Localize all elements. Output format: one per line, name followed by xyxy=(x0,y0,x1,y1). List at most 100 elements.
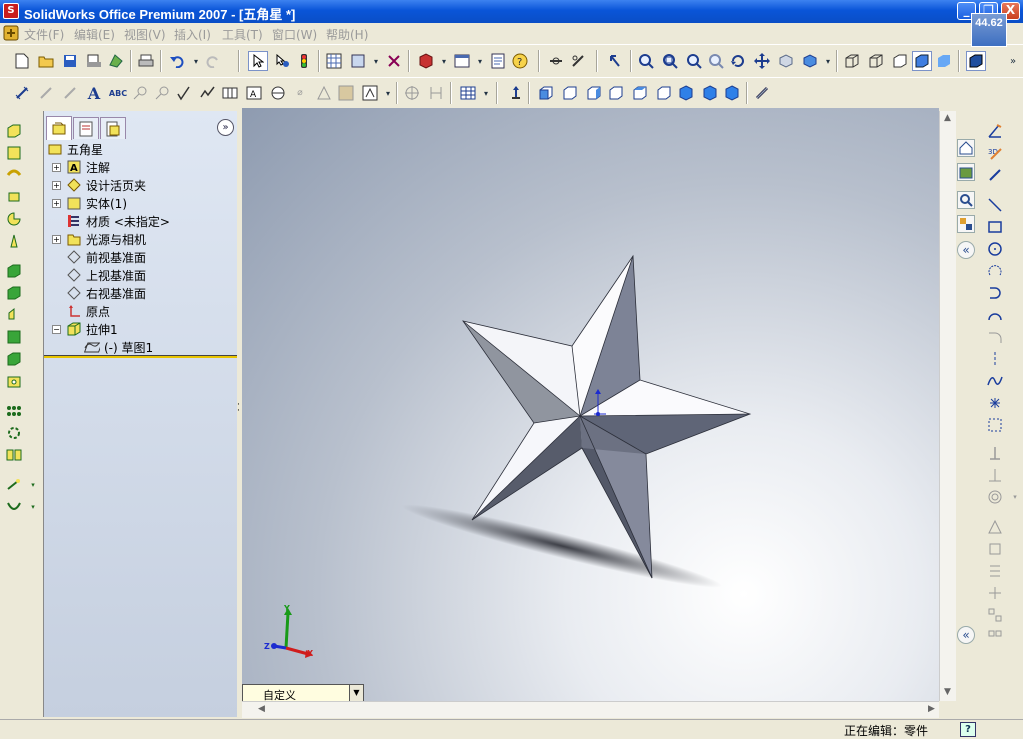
curves-icon[interactable] xyxy=(5,498,23,516)
menu-file[interactable]: 文件(F) xyxy=(24,26,64,43)
circular-pattern-icon[interactable] xyxy=(5,424,23,442)
back-view-icon[interactable] xyxy=(560,83,580,103)
chamfer-icon[interactable] xyxy=(5,284,23,302)
area-hatch-icon[interactable] xyxy=(336,83,356,103)
centerline-icon[interactable] xyxy=(426,83,446,103)
extruded-boss-icon[interactable] xyxy=(5,122,23,140)
left-view-icon[interactable] xyxy=(584,83,604,103)
line-icon[interactable] xyxy=(986,196,1004,214)
zoom-area-icon[interactable] xyxy=(660,51,680,71)
select-icon[interactable] xyxy=(248,51,268,71)
lofted-boss-icon[interactable] xyxy=(5,188,23,206)
new-icon[interactable] xyxy=(12,51,32,71)
swept-boss-icon[interactable] xyxy=(5,166,23,184)
hole-callout-icon[interactable]: ⌀ xyxy=(290,83,310,103)
move-entities-icon[interactable] xyxy=(986,584,1004,602)
add-relation-icon[interactable] xyxy=(986,444,1004,462)
scroll-right-arrow-icon[interactable]: ▶ xyxy=(924,702,939,717)
expand-panel-button[interactable]: » xyxy=(217,119,234,136)
scroll-down-arrow-icon[interactable]: ▼ xyxy=(940,685,955,700)
centerline-icon[interactable] xyxy=(986,350,1004,368)
graphics-area[interactable]: Y X Z xyxy=(242,108,939,701)
table-icon[interactable] xyxy=(458,83,478,103)
solidworks-menu-icon[interactable] xyxy=(3,25,19,41)
smart-dimension-icon[interactable] xyxy=(986,166,1004,184)
3d-sketch-icon[interactable]: 3D xyxy=(986,144,1004,162)
bottom-view-icon[interactable] xyxy=(654,83,674,103)
circle-icon[interactable] xyxy=(986,240,1004,258)
rebuild-icon[interactable] xyxy=(294,51,314,71)
surface-finish-icon[interactable] xyxy=(174,83,194,103)
block-icon[interactable] xyxy=(360,83,380,103)
circular-sketch-pattern-icon[interactable] xyxy=(986,628,1004,646)
datum-target-icon[interactable] xyxy=(268,83,288,103)
file-properties-icon[interactable] xyxy=(488,51,508,71)
star-model[interactable] xyxy=(242,108,939,701)
menu-tools[interactable]: 工具(T) xyxy=(222,26,263,43)
dropdown-arrow-icon[interactable]: ▾ xyxy=(24,498,42,516)
dimension-xpert-icon[interactable] xyxy=(348,51,368,71)
dropdown-arrow-icon[interactable]: ▾ xyxy=(818,51,838,71)
help-icon[interactable]: ? xyxy=(960,722,976,737)
fillet-icon[interactable] xyxy=(5,262,23,280)
tangent-arc-icon[interactable] xyxy=(986,284,1004,302)
dropdown-arrow-icon[interactable]: ▾ xyxy=(24,476,42,494)
construction-geometry-icon[interactable] xyxy=(986,416,1004,434)
dropdown-arrow-icon[interactable]: ▾ xyxy=(470,51,490,71)
tab-configuration-manager[interactable] xyxy=(100,117,126,139)
hole-wizard-icon[interactable] xyxy=(5,372,23,390)
reference-geometry-icon[interactable] xyxy=(5,476,23,494)
rollback-bar[interactable] xyxy=(44,355,238,358)
home-icon[interactable] xyxy=(957,139,975,157)
revolved-cut-icon[interactable] xyxy=(5,232,23,250)
view-palette-icon[interactable] xyxy=(957,215,975,233)
right-view-icon[interactable] xyxy=(606,83,626,103)
trim-entities-icon[interactable] xyxy=(986,540,1004,558)
geometric-tolerance-icon[interactable] xyxy=(220,83,240,103)
extend-entities-icon[interactable] xyxy=(986,562,1004,580)
centerpoint-arc-icon[interactable] xyxy=(986,262,1004,280)
sensor-icon[interactable] xyxy=(568,51,588,71)
make-drawing-icon[interactable] xyxy=(106,51,126,71)
expand-icon[interactable]: + xyxy=(52,235,61,244)
rectangle-icon[interactable] xyxy=(986,218,1004,236)
hidden-lines-visible-icon[interactable] xyxy=(866,51,886,71)
previous-view-icon[interactable] xyxy=(606,51,626,71)
help-icon[interactable]: ? xyxy=(510,51,530,71)
file-explorer-icon[interactable] xyxy=(957,191,975,209)
mirror-entities-icon[interactable] xyxy=(986,518,1004,536)
3-point-arc-icon[interactable] xyxy=(986,306,1004,324)
toolbar-overflow-icon[interactable]: » xyxy=(1003,51,1023,71)
zoom-in-out-icon[interactable] xyxy=(684,51,704,71)
collapse-icon[interactable]: − xyxy=(52,325,61,334)
expand-icon[interactable]: + xyxy=(52,199,61,208)
shell-icon[interactable] xyxy=(5,328,23,346)
expand-icon[interactable]: + xyxy=(52,181,61,190)
front-view-icon[interactable] xyxy=(536,83,556,103)
dropdown-arrow-icon[interactable]: ▾ xyxy=(476,83,496,103)
note-icon[interactable]: A xyxy=(84,83,104,103)
mirror-icon[interactable] xyxy=(5,446,23,464)
normal-to-icon[interactable] xyxy=(506,83,526,103)
menu-insert[interactable]: 插入(I) xyxy=(174,26,211,43)
shaded-icon[interactable] xyxy=(934,51,954,71)
auto-dimension-icon[interactable] xyxy=(36,83,56,103)
datum-feature-icon[interactable]: A xyxy=(244,83,264,103)
scroll-left-arrow-icon[interactable]: ◀ xyxy=(254,702,269,717)
dimetric-view-icon[interactable] xyxy=(722,83,742,103)
zoom-to-selection-icon[interactable] xyxy=(706,51,726,71)
revision-symbol-icon[interactable] xyxy=(314,83,334,103)
spline-icon[interactable] xyxy=(986,372,1004,390)
dropdown-arrow-icon[interactable]: ▾ xyxy=(378,83,398,103)
hidden-lines-removed-icon[interactable] xyxy=(890,51,910,71)
measure-icon[interactable] xyxy=(546,51,566,71)
expand-icon[interactable]: + xyxy=(52,163,61,172)
collapse-pane-bottom-icon[interactable]: « xyxy=(957,626,975,644)
view-orientation-icon[interactable] xyxy=(800,51,820,71)
dropdown-arrow-icon[interactable]: ▾ xyxy=(1006,488,1023,506)
point-icon[interactable] xyxy=(986,394,1004,412)
rotate-view-icon[interactable] xyxy=(728,51,748,71)
top-view-icon[interactable] xyxy=(630,83,650,103)
revolved-boss-icon[interactable] xyxy=(5,144,23,162)
sketch-icon[interactable] xyxy=(986,122,1004,140)
